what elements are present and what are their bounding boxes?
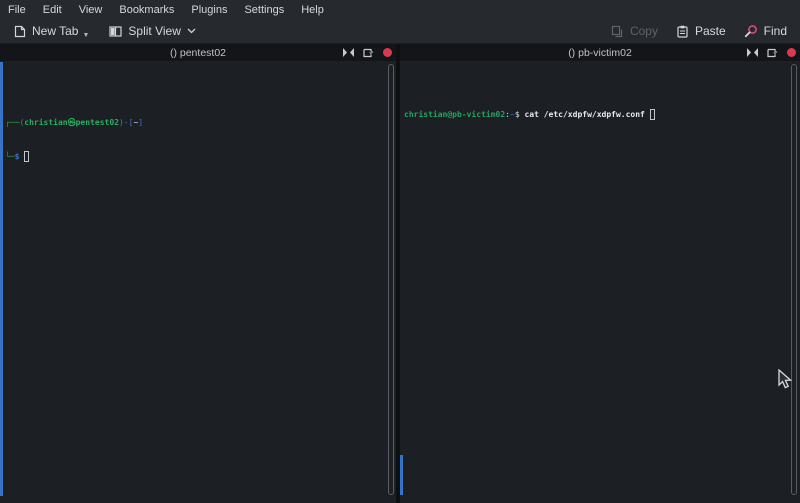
new-tab-button[interactable]: New Tab ▼	[8, 22, 96, 40]
pane-header-pentest02[interactable]: () pentest02	[0, 44, 396, 61]
new-tab-dropdown-caret-icon[interactable]: ▼	[82, 32, 89, 39]
pane-title: () pentest02	[170, 47, 226, 59]
menu-edit[interactable]: Edit	[43, 4, 62, 16]
paste-button[interactable]: Paste	[671, 22, 731, 40]
chevron-down-icon[interactable]	[187, 28, 196, 34]
scroll-position-marker	[400, 455, 403, 495]
new-tab-label: New Tab	[32, 24, 78, 38]
scrollbar[interactable]	[791, 64, 797, 495]
menu-help[interactable]: Help	[301, 4, 324, 16]
konsole-window: { "menu_bar": { "items": ["File", "Edit"…	[0, 0, 800, 503]
split-view-icon	[109, 25, 122, 38]
menu-bookmarks[interactable]: Bookmarks	[119, 4, 174, 16]
close-icon[interactable]	[787, 48, 796, 57]
menu-plugins[interactable]: Plugins	[191, 4, 227, 16]
paste-icon	[676, 25, 689, 38]
terminal-pane-pentest02: () pentest02 ┌──(chr	[0, 44, 396, 503]
menu-settings[interactable]: Settings	[244, 4, 284, 16]
terminal-cursor	[24, 151, 29, 162]
toolbar: New Tab ▼ Split View Copy	[0, 19, 800, 44]
close-icon[interactable]	[383, 48, 392, 57]
maximize-icon[interactable]	[343, 48, 354, 57]
detach-icon[interactable]	[767, 48, 778, 58]
split-view-label: Split View	[128, 24, 180, 38]
split-view-container: () pentest02 ┌──(chr	[0, 44, 800, 503]
terminal-screen-pb-victim02[interactable]: christian@pb-victim02:~$ cat /etc/xdpfw/…	[400, 61, 800, 503]
paste-label: Paste	[695, 24, 726, 38]
scroll-position-marker	[0, 62, 3, 496]
terminal-screen-pentest02[interactable]: ┌──(christian㉿pentest02)-[~] └─$	[0, 61, 396, 503]
split-view-button[interactable]: Split View	[104, 22, 200, 40]
pane-title: () pb-victim02	[568, 47, 632, 59]
menu-file[interactable]: File	[8, 4, 26, 16]
terminal-cursor	[650, 109, 655, 120]
maximize-icon[interactable]	[747, 48, 758, 57]
prompt-line-1: ┌──(christian㉿pentest02)-[~]	[5, 117, 396, 128]
command-line: christian@pb-victim02:~$ cat /etc/xdpfw/…	[404, 108, 800, 120]
tab-new-icon	[13, 25, 26, 38]
prompt-line-2: └─$	[5, 150, 396, 162]
copy-icon	[611, 25, 624, 38]
find-button[interactable]: Find	[739, 22, 792, 40]
menu-bar: File Edit View Bookmarks Plugins Setting…	[0, 0, 800, 19]
find-label: Find	[764, 24, 787, 38]
terminal-pane-pb-victim02: () pb-victim02 chris	[400, 44, 800, 503]
scrollbar[interactable]	[388, 64, 394, 495]
menu-view[interactable]: View	[79, 4, 103, 16]
search-icon	[744, 24, 758, 38]
detach-icon[interactable]	[363, 48, 374, 58]
pane-header-pb-victim02[interactable]: () pb-victim02	[400, 44, 800, 61]
copy-button: Copy	[606, 22, 663, 40]
copy-label: Copy	[630, 24, 658, 38]
